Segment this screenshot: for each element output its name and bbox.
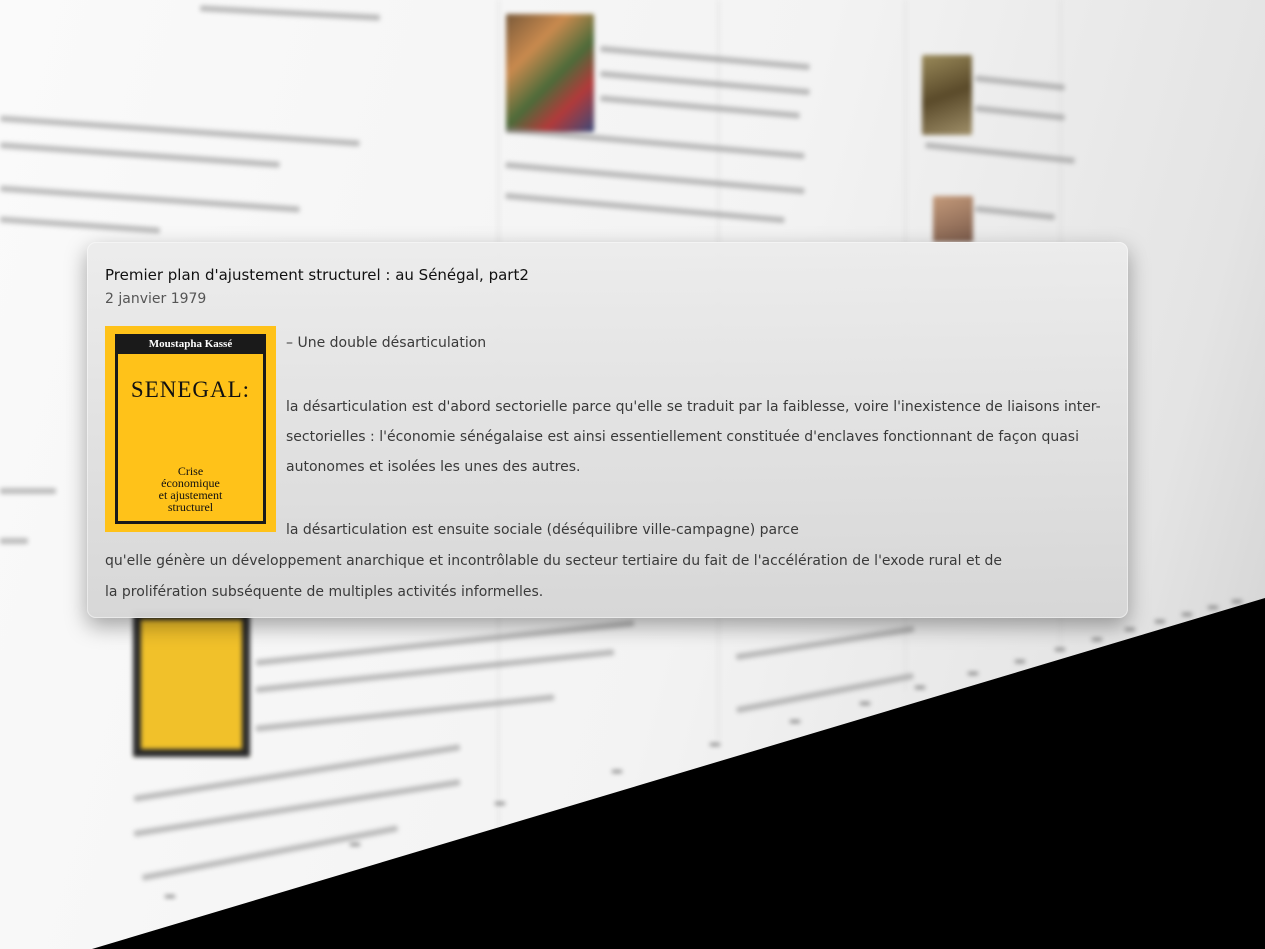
blurred-text <box>0 216 161 234</box>
blurred-text <box>0 115 360 147</box>
blurred-text <box>974 75 1066 91</box>
blurred-text <box>735 625 915 661</box>
blurred-text <box>199 5 381 21</box>
event-date: 2 janvier 1979 <box>105 291 207 307</box>
blurred-text <box>505 161 805 195</box>
blurred-text <box>505 192 785 224</box>
timeline-tick <box>1232 600 1242 603</box>
timeline-tick <box>1155 620 1165 623</box>
blurred-text <box>974 105 1066 121</box>
event-text-line: qu'elle génère un développement anarchiq… <box>105 553 1003 569</box>
book-cover-subtitle: Crise économique et ajustement structure… <box>158 464 223 514</box>
timeline-tick <box>165 895 175 898</box>
blurred-text <box>505 126 805 160</box>
blurred-text <box>925 142 1075 164</box>
blurred-text <box>255 694 555 732</box>
timeline-tick <box>860 702 870 705</box>
book-cover-author: Moustapha Kassé <box>115 334 266 354</box>
blurred-text <box>0 538 28 544</box>
timeline-tick <box>915 686 925 689</box>
blurred-text <box>141 825 399 881</box>
event-detail-popup[interactable]: Premier plan d'ajustement structurel : a… <box>87 242 1128 618</box>
blurred-text <box>0 488 56 494</box>
blurred-text <box>0 185 300 213</box>
blurred-text <box>0 142 280 168</box>
event-text-line: – Une double désarticulation <box>286 335 487 351</box>
book-cover-image: SENEGAL: Crise économique et ajustement … <box>105 326 276 532</box>
timeline-tick <box>1125 628 1135 631</box>
blurred-text <box>600 95 800 119</box>
timeline-tick <box>1182 613 1192 616</box>
blurred-text <box>974 205 1056 221</box>
event-text-line: la prolifération subséquente de multiple… <box>105 584 544 600</box>
timeline-tick <box>612 770 622 773</box>
timeline-tick <box>1015 660 1025 663</box>
event-text-line: sectorielles : l'économie sénégalaise es… <box>286 429 1079 445</box>
blurred-photo <box>922 55 972 135</box>
timeline-tick <box>495 802 505 805</box>
blurred-photo <box>933 196 973 242</box>
event-title: Premier plan d'ajustement structurel : a… <box>105 266 529 284</box>
event-text-line: la désarticulation est d'abord sectoriel… <box>286 399 1101 415</box>
blurred-photo <box>506 14 594 132</box>
timeline-tick <box>1092 638 1102 641</box>
timeline-tick <box>790 720 800 723</box>
blurred-text <box>600 70 810 96</box>
event-text-line: la désarticulation est ensuite sociale (… <box>286 522 799 538</box>
timeline-tick <box>1055 648 1065 651</box>
timeline-tick <box>710 743 720 746</box>
blurred-book-thumbnail <box>133 612 250 757</box>
blurred-text <box>600 45 810 71</box>
timeline-tick <box>350 843 360 846</box>
timeline-tick <box>968 672 978 675</box>
blurred-text <box>736 672 914 714</box>
book-cover-title: SENEGAL: <box>130 377 251 402</box>
book-cover-frame: SENEGAL: Crise économique et ajustement … <box>115 334 266 524</box>
event-text-line: autonomes et isolées les unes des autres… <box>286 459 581 475</box>
timeline-tick <box>1208 606 1218 609</box>
